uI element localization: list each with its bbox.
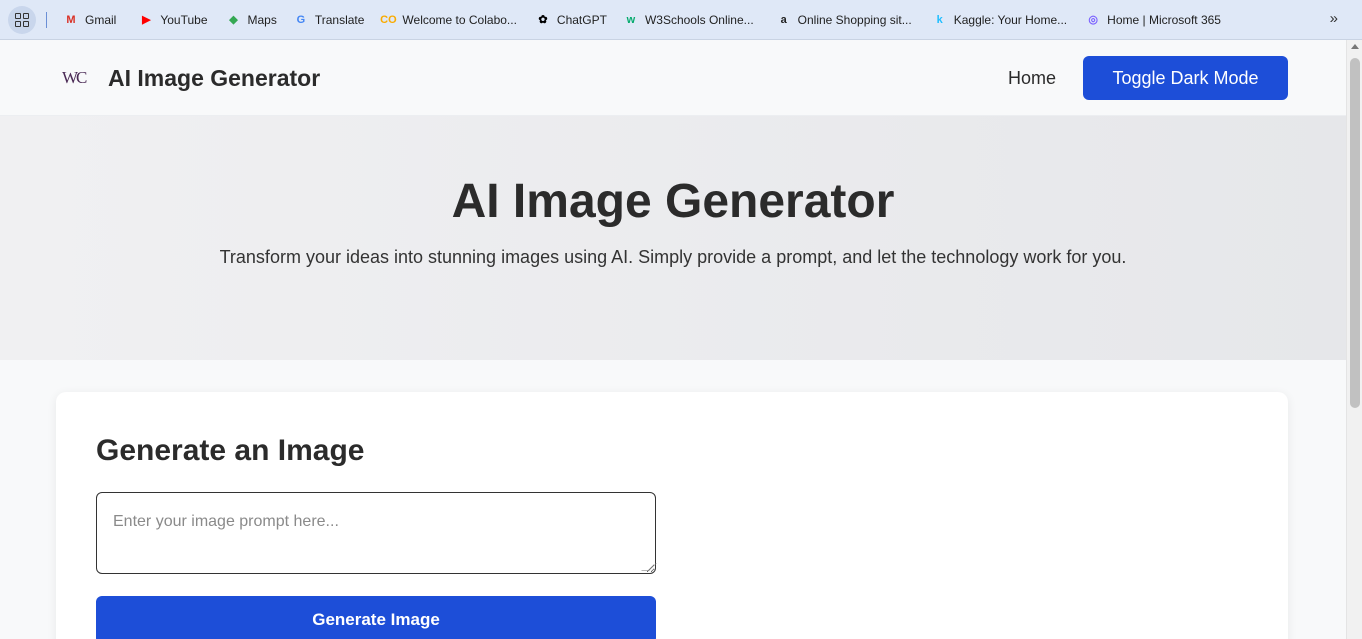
hero-title: AI Image Generator [451,175,895,228]
bookmark-label: Welcome to Colabo... [402,12,517,27]
scrollbar-thumb[interactable] [1350,58,1360,408]
bookmark-label: Online Shopping sit... [797,12,912,27]
bookmark-amazon[interactable]: a Online Shopping sit... [770,6,918,34]
bookmark-label: ChatGPT [556,12,607,27]
amazon-icon: a [780,13,787,26]
scroll-up-arrow-icon[interactable] [1351,44,1359,49]
hero-subtitle: Transform your ideas into stunning image… [219,247,1127,267]
generator-card: Generate an Image Generate Image [56,392,1288,639]
apps-grid-icon[interactable] [8,5,36,34]
nav-home-link[interactable]: Home [1008,68,1056,89]
bookmark-w3schools[interactable]: w W3Schools Online... [617,6,760,34]
bookmark-microsoft365[interactable]: ◎ Home | Microsoft 365 [1079,6,1227,34]
bookmark-label: Gmail [85,12,117,27]
bookmark-chatgpt[interactable]: ✿ ChatGPT [529,6,613,34]
kaggle-icon: k [936,13,943,26]
hero-section: AI Image Generator Transform your ideas … [0,116,1346,360]
microsoft365-icon: ◎ [1088,14,1098,26]
youtube-icon: ▶ [142,14,151,26]
toggle-dark-mode-button[interactable]: Toggle Dark Mode [1083,56,1288,100]
bookmark-colab[interactable]: CO Welcome to Colabo... [374,6,523,34]
bookmark-label: Translate [314,12,365,27]
maps-icon: ◆ [229,14,238,26]
w3schools-icon: w [626,13,636,26]
bookmark-label: Home | Microsoft 365 [1107,12,1221,27]
page-scrollbar[interactable] [1346,40,1362,639]
bookmark-translate[interactable]: G Translate [287,6,371,34]
chatgpt-icon: ✿ [538,14,548,26]
translate-icon: G [296,13,306,26]
colab-icon: CO [380,13,397,26]
bookmarks-overflow-icon[interactable]: » [1330,10,1338,27]
bookmark-label: YouTube [160,12,208,27]
site-logo[interactable]: WC [62,68,92,90]
bookmark-label: Maps [247,12,277,27]
bookmarks-divider [46,11,47,28]
bookmark-list: M Gmail ▶ YouTube ◆ Maps G Translate CO Welcome t… [57,6,1227,34]
bookmark-label: W3Schools Online... [644,12,754,27]
bookmark-label: Kaggle: Your Home... [953,12,1068,27]
site-brand[interactable]: AI Image Generator [108,65,320,92]
generate-image-button[interactable]: Generate Image [96,596,656,639]
bookmark-gmail[interactable]: M Gmail [57,6,122,34]
prompt-input[interactable] [96,492,656,574]
bookmark-maps[interactable]: ◆ Maps [220,6,283,34]
bookmark-youtube[interactable]: ▶ YouTube [132,6,213,34]
site-header: WC AI Image Generator Home Toggle Dark M… [0,40,1346,116]
gmail-icon: M [66,13,76,26]
bookmark-kaggle[interactable]: k Kaggle: Your Home... [926,6,1073,34]
bookmarks-bar: M Gmail ▶ YouTube ◆ Maps G Translate CO Welcome t… [0,0,1362,40]
card-title: Generate an Image [96,434,365,467]
